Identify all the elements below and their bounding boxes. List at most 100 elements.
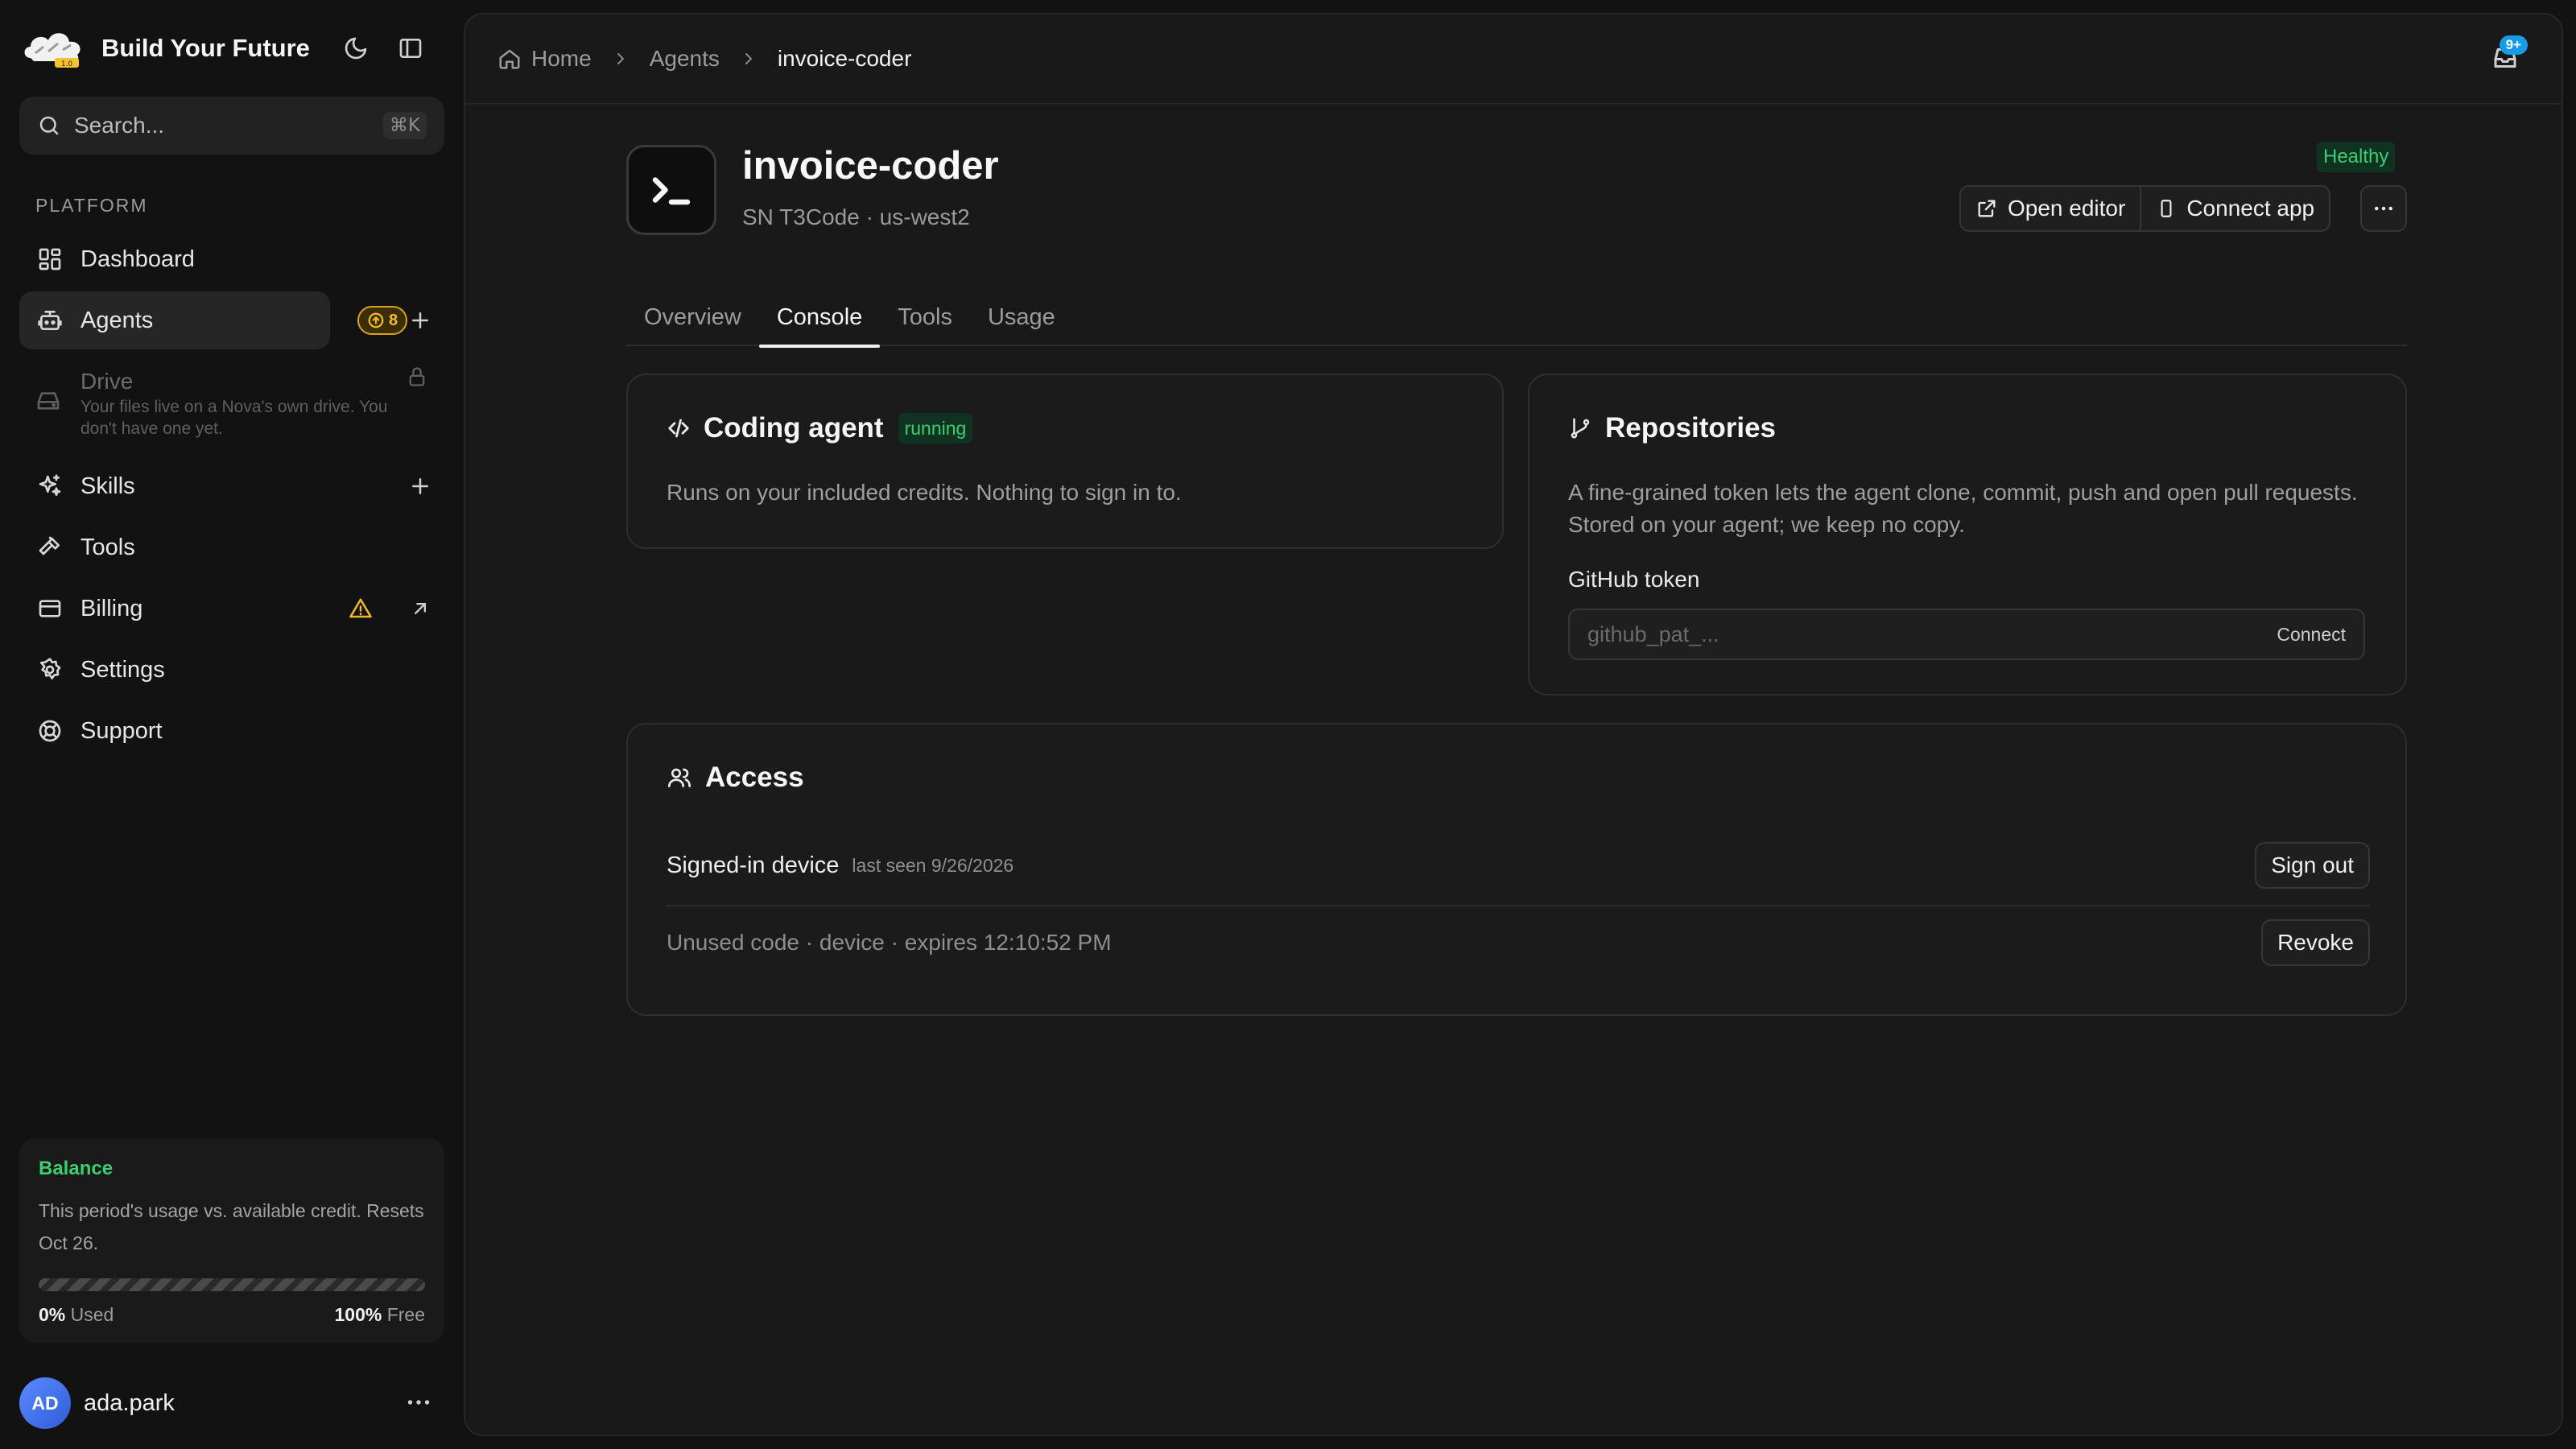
credit-card-icon <box>35 594 64 623</box>
more-horizontal-icon <box>404 1388 433 1417</box>
divider <box>667 905 2370 906</box>
free-label: 100% Free <box>334 1304 425 1325</box>
balance-card: Balance This period's usage vs. availabl… <box>19 1138 444 1343</box>
active-highlight <box>19 291 330 349</box>
sidebar-item-label: Dashboard <box>80 246 195 272</box>
card-title: Access <box>705 762 804 793</box>
gear-icon <box>35 655 64 684</box>
search-input[interactable]: Search... <box>74 113 383 138</box>
breadcrumb-current: invoice-coder <box>777 46 912 71</box>
sidebar-toggle-button[interactable] <box>393 31 428 66</box>
github-token-field[interactable]: Connect <box>1568 609 2365 660</box>
used-label: 0% Used <box>39 1304 114 1325</box>
sidebar-item-label: Agents <box>80 307 154 333</box>
card-header: Coding agent running <box>667 412 973 444</box>
agent-actions: Open editor Connect app <box>1959 185 2331 232</box>
add-agent-button[interactable] <box>406 306 435 335</box>
sidebar-item-label: Settings <box>80 656 165 683</box>
sidebar: 1.0 Build Your Future Search... ⌘K PLATF… <box>0 0 460 1449</box>
main-panel: Home Agents invoice-coder 9+ invoice-cod… <box>464 13 2563 1436</box>
card-description: A fine-grained token lets the agent clon… <box>1568 480 2358 537</box>
sidebar-item-label: Support <box>80 717 163 744</box>
github-token-input[interactable] <box>1587 621 2277 647</box>
connect-token-button[interactable]: Connect <box>2277 624 2346 646</box>
chevron-right-icon <box>739 49 758 68</box>
notification-badge: 9+ <box>2499 35 2528 55</box>
avatar: AD <box>19 1377 71 1429</box>
badge-count: 8 <box>389 311 398 329</box>
github-token-label: GitHub token <box>1568 567 1700 592</box>
breadcrumb-home[interactable]: Home <box>497 46 592 72</box>
status-badge: Healthy <box>2317 142 2396 172</box>
tab-bar: Overview Console Tools Usage <box>626 288 2407 348</box>
tab-console[interactable]: Console <box>758 288 881 348</box>
hammer-icon <box>35 533 64 562</box>
breadcrumb-agents[interactable]: Agents <box>650 46 720 72</box>
balance-title: Balance <box>39 1158 114 1179</box>
warning-icon <box>346 594 375 623</box>
card-description: Runs on your included credits. Nothing t… <box>667 480 1182 505</box>
usage-labels: 0% Used 100% Free <box>39 1304 425 1326</box>
balance-description: This period's usage vs. available credit… <box>39 1200 424 1253</box>
moon-icon <box>343 35 369 61</box>
notifications-button[interactable]: 9+ <box>2491 35 2528 72</box>
card-title: Coding agent <box>704 412 884 444</box>
sidebar-item-tools[interactable]: Tools <box>19 518 444 576</box>
connect-app-button[interactable]: Connect app <box>2140 187 2330 230</box>
sidebar-item-billing[interactable]: Billing <box>19 580 444 638</box>
sidebar-item-dashboard[interactable]: Dashboard <box>19 230 444 288</box>
tab-overview[interactable]: Overview <box>626 288 759 346</box>
chevron-right-icon <box>611 49 630 68</box>
robot-icon <box>35 306 64 335</box>
sidebar-item-label: Tools <box>80 534 135 560</box>
lifebuoy-icon <box>35 716 64 745</box>
plus-icon <box>408 308 432 332</box>
external-link-icon <box>1975 197 1998 220</box>
home-icon <box>497 47 522 71</box>
users-icon <box>667 765 692 791</box>
user-more-button[interactable] <box>404 1388 433 1417</box>
revoke-button[interactable]: Revoke <box>2261 919 2370 966</box>
search-bar[interactable]: Search... ⌘K <box>19 97 444 155</box>
more-actions-button[interactable] <box>2360 185 2407 232</box>
git-branch-icon <box>1568 416 1592 440</box>
card-title: Repositories <box>1605 412 1776 444</box>
arrow-up-circle-icon <box>367 312 385 329</box>
tab-tools[interactable]: Tools <box>880 288 970 346</box>
agents-credit-badge[interactable]: 8 <box>357 306 408 335</box>
unused-code-row: Unused code · device · expires 12:10:52 … <box>667 919 2370 966</box>
sidebar-item-support[interactable]: Support <box>19 702 444 760</box>
sidebar-item-settings[interactable]: Settings <box>19 641 444 699</box>
breadcrumb: Home Agents invoice-coder <box>497 46 911 72</box>
agent-subtitle: SN T3Code · us-west2 <box>742 204 970 229</box>
add-skill-button[interactable] <box>406 472 435 501</box>
card-header: Repositories <box>1568 412 1776 444</box>
coding-agent-card: Coding agent running Runs on your includ… <box>626 374 1504 549</box>
usage-meter <box>39 1278 425 1291</box>
open-editor-button[interactable]: Open editor <box>1961 187 2140 230</box>
sidebar-item-drive: Drive Your files live on a Nova's own dr… <box>19 361 444 449</box>
more-horizontal-icon <box>2372 196 2396 221</box>
theme-toggle-button[interactable] <box>338 31 374 66</box>
svg-text:1.0: 1.0 <box>61 60 73 68</box>
smartphone-icon <box>2156 197 2177 220</box>
sign-out-button[interactable]: Sign out <box>2255 842 2370 889</box>
billing-external-button[interactable] <box>406 594 435 623</box>
sidebar-item-agents[interactable]: Agents 8 <box>19 291 444 349</box>
repositories-card: Repositories A fine-grained token lets t… <box>1528 374 2407 696</box>
brand-name: Build Your Future <box>101 34 310 62</box>
sidebar-item-label: Skills <box>80 473 135 499</box>
section-label: PLATFORM <box>35 195 148 216</box>
brand[interactable]: 1.0 Build Your Future <box>19 23 310 74</box>
sidebar-item-skills[interactable]: Skills <box>19 457 444 515</box>
dashboard-icon <box>35 245 64 274</box>
tab-usage[interactable]: Usage <box>970 288 1073 346</box>
cloud-logo-icon: 1.0 <box>19 23 90 74</box>
access-card: Access Signed-in device last seen 9/26/2… <box>626 723 2407 1016</box>
signed-in-label: Signed-in device <box>667 852 840 878</box>
user-menu[interactable]: AD ada.park <box>19 1377 444 1430</box>
hard-drive-icon <box>35 388 61 414</box>
panel-left-icon <box>398 35 423 61</box>
plus-icon <box>408 474 432 498</box>
drive-label: Drive <box>80 369 134 394</box>
